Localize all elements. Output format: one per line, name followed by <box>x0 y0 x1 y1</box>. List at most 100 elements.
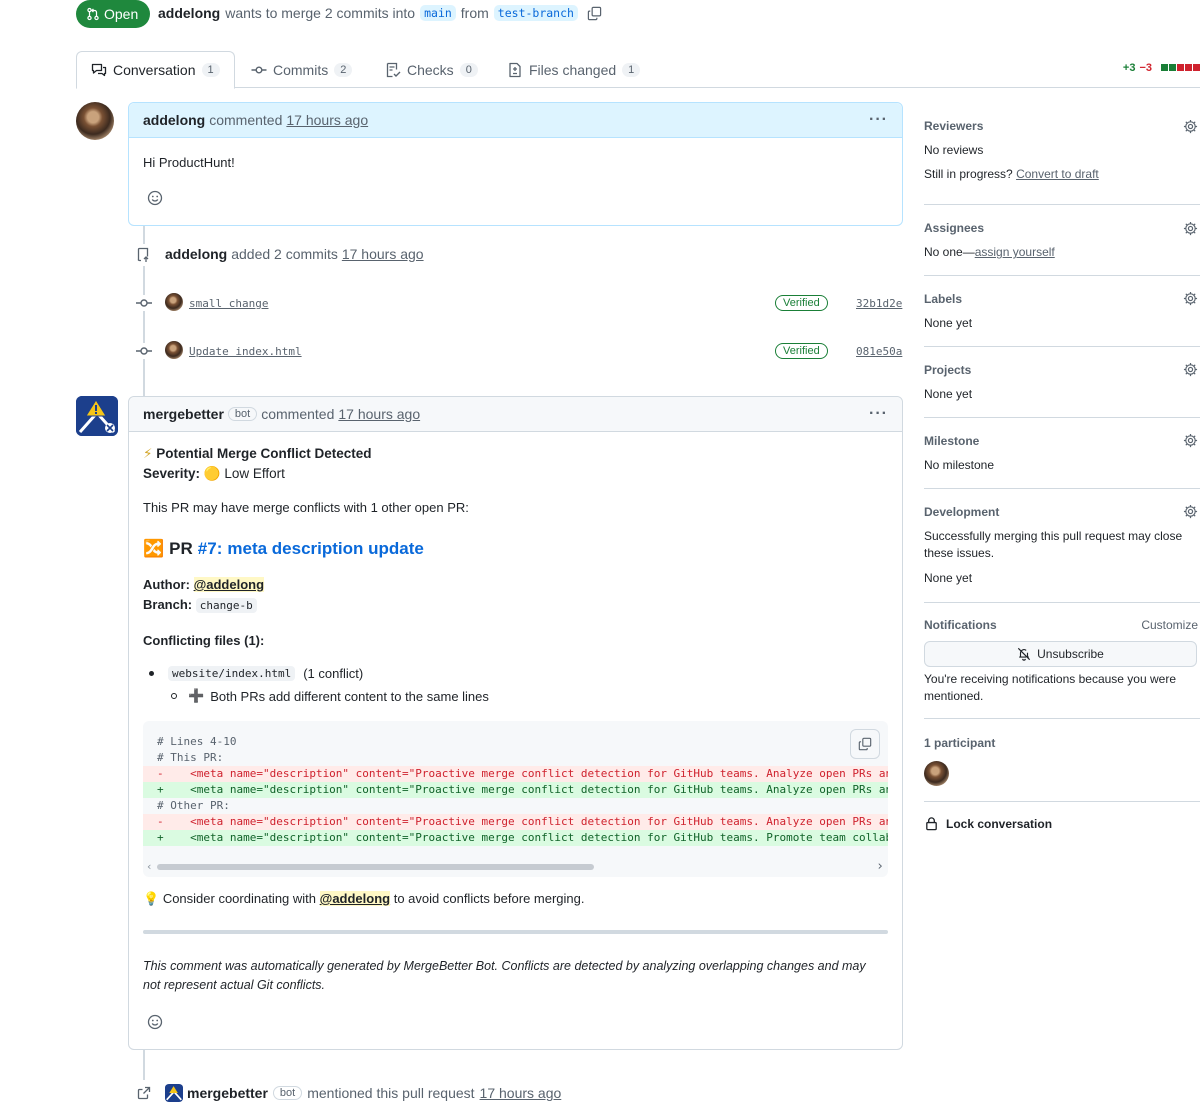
comment-author[interactable]: addelong <box>143 112 205 128</box>
head-branch[interactable]: test-branch <box>493 5 578 21</box>
copy-code-button[interactable] <box>850 729 880 759</box>
comment-action: commented <box>209 112 283 128</box>
gear-icon[interactable] <box>1183 221 1198 236</box>
gear-icon[interactable] <box>1183 119 1198 134</box>
comment-addelong: addelong commented 17 hours ago ··· Hi P… <box>128 102 903 226</box>
verified-badge[interactable]: Verified <box>775 343 828 359</box>
yellow-circle-icon: 🟡 <box>203 466 221 481</box>
tab-checks-label: Checks <box>407 61 454 78</box>
kebab-menu-icon[interactable]: ··· <box>869 405 888 423</box>
labels-value: None yet <box>924 316 973 330</box>
development-desc: Successfully merging this pull request m… <box>924 529 1183 560</box>
author-label: Author: <box>143 577 190 592</box>
avatar-mergebetter[interactable] <box>76 396 118 436</box>
comment-author[interactable]: mergebetter <box>143 406 224 422</box>
commit-message-link[interactable]: Update index.html <box>189 345 302 358</box>
comment-discussion-icon <box>91 63 107 77</box>
smiley-icon[interactable] <box>142 185 168 211</box>
code-line: # Lines 4-10 <box>157 735 237 748</box>
conflict-sub-text: Both PRs add different content to the sa… <box>210 688 489 704</box>
conflict-intro: This PR may have merge conflicts with 1 … <box>143 500 469 515</box>
kebab-menu-icon[interactable]: ··· <box>869 111 888 129</box>
lock-conversation-button[interactable]: Lock conversation <box>924 816 1052 831</box>
commit-message-link[interactable]: small change <box>189 297 268 310</box>
base-branch[interactable]: main <box>420 5 456 21</box>
plus-icon: ➕ <box>188 688 205 703</box>
lightning-icon: ⚡ <box>143 446 153 461</box>
scroll-left-icon[interactable]: ‹ <box>146 860 153 873</box>
smiley-icon[interactable] <box>142 1009 168 1035</box>
author-mention-link[interactable]: @addelong <box>193 577 265 592</box>
conflict-heading-text: Potential Merge Conflict Detected <box>156 446 372 461</box>
reviewers-value: No reviews <box>924 143 984 157</box>
pr-title-link[interactable]: meta description update <box>227 539 423 559</box>
pr-number-link[interactable]: #7: <box>198 539 223 559</box>
milestone-value: No milestone <box>924 458 995 472</box>
commit-author-avatar[interactable] <box>165 293 183 311</box>
labels-title[interactable]: Labels <box>924 292 962 306</box>
gear-icon[interactable] <box>1183 504 1198 519</box>
projects-title[interactable]: Projects <box>924 363 971 377</box>
pr-number[interactable]: #7 <box>198 539 217 558</box>
tab-checks[interactable]: Checks 0 <box>385 51 478 88</box>
branch-label: Branch: <box>143 597 193 612</box>
milestone-title[interactable]: Milestone <box>924 434 979 448</box>
pr-tabs: Conversation 1 Commits 2 Checks 0 Files … <box>76 51 1200 89</box>
participant-avatar[interactable] <box>924 761 949 786</box>
conflict-file-name: website/index.html <box>168 666 296 681</box>
mergebetter-small-avatar[interactable] <box>165 1084 183 1102</box>
horizontal-scrollbar[interactable] <box>157 864 594 870</box>
tab-conversation-label: Conversation <box>113 62 196 78</box>
code-line: # Other PR: <box>157 799 230 812</box>
scroll-right-icon[interactable]: › <box>876 859 884 874</box>
tab-conversation[interactable]: Conversation 1 <box>76 51 235 89</box>
tab-files-changed[interactable]: Files changed 1 <box>507 51 641 88</box>
verified-badge[interactable]: Verified <box>775 295 828 311</box>
convert-to-draft-link[interactable]: Convert to draft <box>1016 167 1099 181</box>
comment-time[interactable]: 17 hours ago <box>286 112 368 128</box>
pr-author-link[interactable]: addelong <box>158 5 220 21</box>
file-diff-icon <box>509 62 521 77</box>
commit-sha-link[interactable]: 32b1d2e <box>856 297 902 310</box>
git-pull-request-icon <box>87 7 99 21</box>
conflict-file-count: (1 conflict) <box>303 666 364 681</box>
lightbulb-icon: 💡 <box>143 891 160 906</box>
assignees-title[interactable]: Assignees <box>924 221 984 235</box>
code-line-added: + <meta name="description" content="Proa… <box>143 830 888 846</box>
sidebar-projects: Projects None yet <box>924 347 1200 418</box>
gear-icon[interactable] <box>1183 291 1198 306</box>
code-line-deleted: - <meta name="description" content="Proa… <box>143 814 888 830</box>
commits-event-time[interactable]: 17 hours ago <box>342 246 424 262</box>
tip-mention-link[interactable]: @addelong <box>319 891 391 906</box>
gear-icon[interactable] <box>1183 362 1198 377</box>
tab-commits-count: 2 <box>334 62 353 77</box>
draft-prefix: Still in progress? <box>924 167 1013 181</box>
draft-line: Still in progress? Convert to draft <box>924 167 1099 181</box>
unsubscribe-button[interactable]: Unsubscribe <box>924 641 1197 667</box>
customize-link[interactable]: Customize <box>1141 618 1198 632</box>
author-line: Author: @addelong <box>143 577 265 592</box>
code-line-added: + <meta name="description" content="Proa… <box>143 782 888 798</box>
tab-commits[interactable]: Commits 2 <box>251 51 353 88</box>
development-title[interactable]: Development <box>924 505 999 519</box>
diff-code-block[interactable]: # Lines 4-10 # This PR: - <meta name="de… <box>143 721 888 877</box>
sidebar-assignees: Assignees No one—assign yourself <box>924 205 1200 276</box>
avatar-addelong[interactable] <box>76 102 114 140</box>
assignees-value: No one— <box>924 245 975 259</box>
notifications-title: Notifications <box>924 618 997 632</box>
commit-author-avatar[interactable] <box>165 341 183 359</box>
copy-icon[interactable] <box>587 6 602 21</box>
commit-sha-link[interactable]: 081e50a <box>856 345 902 358</box>
assign-yourself-link[interactable]: assign yourself <box>975 245 1055 259</box>
reviewers-title[interactable]: Reviewers <box>924 119 983 133</box>
sidebar-reviewers: Reviewers No reviews Still in progress? … <box>924 104 1200 205</box>
sidebar-development: Development Successfully merging this pu… <box>924 489 1200 603</box>
tab-checks-count: 0 <box>459 62 478 77</box>
gear-icon[interactable] <box>1183 433 1198 448</box>
comment-header: addelong commented 17 hours ago ··· <box>129 103 902 138</box>
commits-event-author[interactable]: addelong <box>165 246 227 262</box>
pr-reference-heading: 🔀 PR #7: meta description update <box>143 539 424 559</box>
mention-event-author[interactable]: mergebetter <box>187 1085 268 1101</box>
mention-event-time[interactable]: 17 hours ago <box>480 1085 562 1101</box>
comment-time[interactable]: 17 hours ago <box>338 406 420 422</box>
